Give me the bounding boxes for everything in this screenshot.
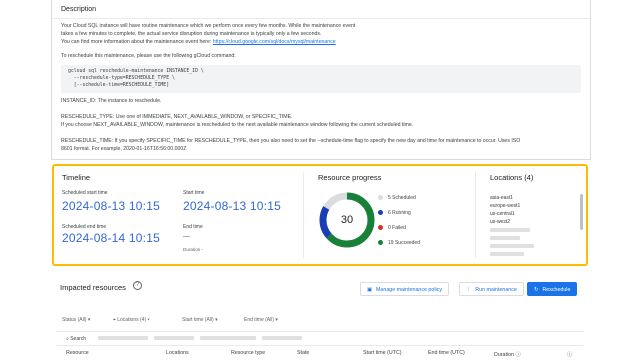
run-label: Run maintenance xyxy=(475,287,517,293)
impacted-resources-title: Impacted resources xyxy=(60,283,126,292)
reschedule-label: Reschedule xyxy=(542,287,571,293)
scheduled-start-value: 2024-08-13 10:15 xyxy=(62,199,160,213)
redacted-text xyxy=(98,336,148,340)
succeeded-dot-icon xyxy=(378,240,383,245)
timeline-title: Timeline xyxy=(62,173,91,182)
reschedule-button[interactable]: ↻ Reschedule xyxy=(527,282,578,296)
scheduled-end-label: Scheduled end time xyxy=(62,224,107,230)
scheduled-end-value: 2024-08-14 10:15 xyxy=(62,231,160,245)
chevron-down-icon: ▾ xyxy=(215,317,218,323)
dash-icon: - xyxy=(201,247,204,252)
description-card: Description Your Cloud SQL instance will… xyxy=(51,0,591,160)
locations-title: Locations (4) xyxy=(490,173,534,182)
redacted-text xyxy=(490,252,524,256)
manage-maintenance-policy-button[interactable]: ▣ Manage maintenance policy xyxy=(360,282,449,296)
section-divider xyxy=(303,172,304,258)
reschedule-intro: To reschedule this maintenance, please u… xyxy=(61,53,236,59)
gcloud-command-block: gcloud sql reschedule-maintenance INSTAN… xyxy=(61,65,581,93)
description-line-3-text: You can find more information about the … xyxy=(61,39,213,45)
start-time-filter[interactable]: Start time (All) ▾ xyxy=(182,317,218,323)
maintenance-docs-link[interactable]: https://cloud.google.com/sql/docs/mysql/… xyxy=(213,39,336,45)
instance-id-note: INSTANCE_ID: The instance to reschedule. xyxy=(61,98,162,104)
status-filter-label: Status (All) xyxy=(62,317,87,323)
chevron-down-icon: ▾ xyxy=(87,317,91,323)
legend-failed: 0 Failed xyxy=(378,225,406,231)
description-divider xyxy=(52,18,590,19)
column-state[interactable]: State xyxy=(297,350,309,356)
column-help[interactable]: ⓘ xyxy=(567,350,572,358)
column-end-time[interactable]: End time (UTC) xyxy=(428,350,465,356)
progress-donut: 30 xyxy=(319,192,375,248)
column-start-time[interactable]: Start time (UTC) xyxy=(363,350,402,356)
reschedule-icon: ↻ xyxy=(534,287,539,293)
section-divider xyxy=(475,172,476,258)
legend-failed-label: 0 Failed xyxy=(388,225,406,231)
description-line-3: You can find more information about the … xyxy=(61,38,336,46)
status-filter[interactable]: Status (All) ▾ xyxy=(62,317,90,323)
policy-icon: ▣ xyxy=(367,287,373,293)
start-time-value: 2024-08-13 10:15 xyxy=(183,199,281,213)
chevron-down-icon: ▾ xyxy=(147,317,150,323)
location-item: us-central1 xyxy=(490,211,515,217)
help-circle-icon: ⓘ xyxy=(515,352,521,358)
chevron-down-icon: ▾ xyxy=(275,317,278,323)
scheduled-dot-icon xyxy=(378,195,383,200)
start-time-filter-label: Start time (All) xyxy=(182,317,214,323)
table-header-divider xyxy=(56,345,584,346)
column-resource[interactable]: Resource xyxy=(66,350,89,356)
description-title: Description xyxy=(61,6,97,13)
end-time-filter-label: End time (All) xyxy=(244,317,275,323)
redacted-text xyxy=(490,228,530,232)
next-window-note: If you choose NEXT_AVAILABLE_WINDOW, mai… xyxy=(61,122,414,128)
duration-label: Duration - xyxy=(183,247,203,252)
end-time-filter[interactable]: End time (All) ▾ xyxy=(244,317,278,323)
progress-title: Resource progress xyxy=(318,173,382,182)
search-label-text: Search xyxy=(70,336,87,342)
column-duration-label: Duration xyxy=(494,352,515,358)
location-pin-icon: ⌖ xyxy=(113,317,116,323)
help-circle-icon[interactable]: ? xyxy=(133,281,142,290)
legend-succeeded-label: 19 Succeeded xyxy=(388,240,420,246)
redacted-text xyxy=(490,236,520,240)
progress-total: 30 xyxy=(341,214,353,226)
redacted-text xyxy=(154,336,194,340)
legend-succeeded: 19 Succeeded xyxy=(378,240,420,246)
run-maintenance-button[interactable]: ⋮ Run maintenance xyxy=(459,282,524,296)
description-line-1: Your Cloud SQL instance will have routin… xyxy=(61,23,356,29)
more-vert-icon: ⋮ xyxy=(466,287,472,293)
description-line-2: takes a few minutes to complete, the act… xyxy=(61,31,322,37)
column-duration[interactable]: Duration ⓘ xyxy=(494,350,521,358)
iso-format-note: 8601 format. For example, 2020-01-16T16:… xyxy=(61,146,187,152)
legend-running: 6 Running xyxy=(378,210,411,216)
column-resource-type[interactable]: Resource type xyxy=(231,350,265,356)
locations-scrollbar[interactable] xyxy=(580,194,583,230)
legend-scheduled-label: 5 Scheduled xyxy=(388,195,416,201)
search-icon: ⌕ xyxy=(66,336,69,342)
start-time-label: Start time xyxy=(183,190,205,196)
legend-scheduled: 5 Scheduled xyxy=(378,195,416,201)
search-bar: ⌕ Search xyxy=(56,331,584,345)
legend-running-label: 6 Running xyxy=(388,210,411,216)
end-time-label: End time xyxy=(183,224,203,230)
failed-dot-icon xyxy=(378,225,383,230)
reschedule-time-note: RESCHEDULE_TIME: If you specify SPECIFIC… xyxy=(61,138,521,144)
column-locations[interactable]: Locations xyxy=(166,350,189,356)
locations-filter[interactable]: ⌖ Locations (4) ▾ xyxy=(113,317,150,323)
redacted-text xyxy=(200,336,256,340)
location-item: us-west2 xyxy=(490,219,511,225)
redacted-text xyxy=(262,336,302,340)
reschedule-type-note: RESCHEDULE_TYPE: Use one of IMMEDIATE, N… xyxy=(61,114,293,120)
running-dot-icon xyxy=(378,210,383,215)
search-label: ⌕ Search xyxy=(66,336,86,342)
redacted-text xyxy=(490,244,534,248)
manage-label: Manage maintenance policy xyxy=(376,287,442,293)
help-circle-icon: ⓘ xyxy=(567,352,573,358)
duration-text: Duration xyxy=(183,247,201,252)
locations-filter-label: Locations (4) xyxy=(117,317,147,323)
end-time-value: — xyxy=(183,233,190,240)
scheduled-start-label: Scheduled start time xyxy=(62,190,108,196)
location-item: asia-east1 xyxy=(490,195,514,201)
location-item: europe-west1 xyxy=(490,203,521,209)
